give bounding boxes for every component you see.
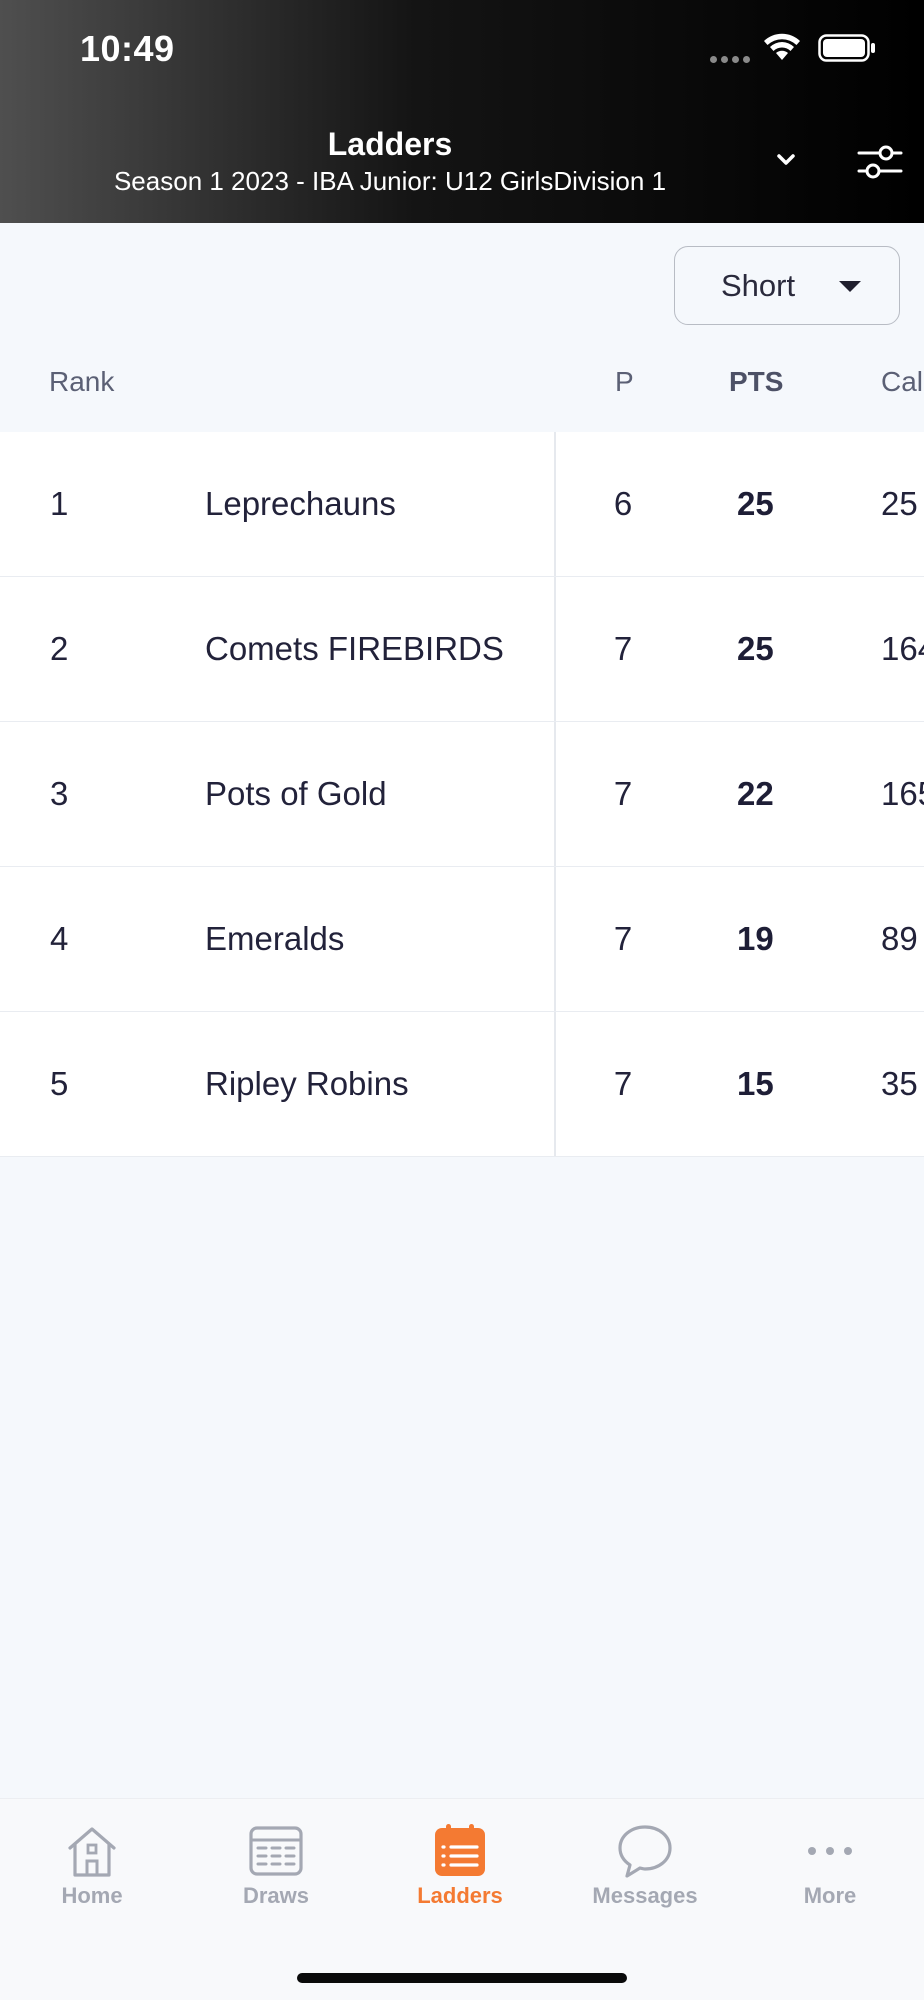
ladder-view-select[interactable]: Short (674, 246, 900, 325)
competition-subtitle[interactable]: Season 1 2023 - IBA Junior: U12 GirlsDiv… (0, 166, 780, 197)
ladder-table: 1 Leprechauns 6 25 25 2 Comets FIREBIRDS… (0, 432, 924, 1157)
row-cal: 89 (881, 920, 918, 957)
row-cal: 35 (881, 1065, 918, 1102)
table-row[interactable]: 3 Pots of Gold 7 22 165 (0, 722, 924, 867)
home-icon (68, 1827, 116, 1877)
row-played: 7 (613, 1065, 633, 1102)
wifi-icon (764, 33, 800, 60)
page-title: Ladders (327, 126, 453, 162)
row-team-name[interactable]: Leprechauns (205, 485, 396, 523)
draws-icon (249, 1826, 303, 1876)
column-header-played[interactable]: P (615, 366, 634, 398)
row-points: 25 (737, 485, 774, 522)
row-team-name[interactable]: Pots of Gold (205, 775, 387, 813)
ladder-view-value: Short (721, 267, 796, 303)
row-points: 22 (737, 775, 774, 812)
column-divider (554, 722, 556, 866)
filter-sliders-icon[interactable] (856, 140, 904, 184)
row-points: 25 (737, 630, 774, 667)
tab-messages-label: Messages (592, 1883, 698, 1908)
column-header-points[interactable]: PTS (729, 366, 783, 398)
tab-more-label: More (803, 1883, 857, 1908)
caret-down-icon (839, 281, 861, 292)
row-played: 7 (613, 775, 633, 812)
tab-messages[interactable]: Messages (553, 1821, 737, 1921)
column-header-rank[interactable]: Rank (49, 366, 114, 398)
table-row[interactable]: 1 Leprechauns 6 25 25 (0, 432, 924, 577)
tab-ladders-label: Ladders (417, 1883, 503, 1908)
more-icon (808, 1847, 852, 1855)
tab-home-label: Home (61, 1883, 123, 1908)
home-indicator (297, 1973, 627, 1983)
table-row[interactable]: 5 Ripley Robins 7 15 35 (0, 1012, 924, 1157)
app-header: 10:49 Ladders Season 1 2023 - IBA Junior… (0, 0, 924, 223)
bottom-tab-bar: Home Draws Ladders Messages More (0, 1798, 924, 2000)
row-cal: 164 (881, 630, 924, 667)
row-played: 7 (613, 630, 633, 667)
tab-draws-label: Draws (242, 1883, 310, 1908)
row-cal: 165 (881, 775, 924, 812)
tab-ladders[interactable]: Ladders (368, 1821, 552, 1921)
column-divider (554, 577, 556, 721)
row-points: 19 (737, 920, 774, 957)
row-points: 15 (737, 1065, 774, 1102)
row-played: 6 (613, 485, 633, 522)
table-row[interactable]: 2 Comets FIREBIRDS 7 25 164 (0, 577, 924, 722)
row-cal: 25 (881, 485, 918, 522)
column-divider (554, 1012, 556, 1156)
ladders-icon (435, 1824, 485, 1876)
tab-draws[interactable]: Draws (184, 1821, 368, 1921)
row-rank: 2 (50, 630, 69, 667)
battery-icon (818, 34, 875, 62)
row-played: 7 (613, 920, 633, 957)
cellular-signal-icon (710, 56, 750, 63)
row-team-name[interactable]: Ripley Robins (205, 1065, 409, 1103)
row-rank: 1 (50, 485, 69, 522)
table-row[interactable]: 4 Emeralds 7 19 89 (0, 867, 924, 1012)
messages-icon (618, 1825, 672, 1878)
status-time: 10:49 (80, 28, 175, 69)
row-rank: 3 (50, 775, 69, 812)
column-divider (554, 867, 556, 1011)
ladder-table-header: Rank P PTS Cal (0, 352, 924, 432)
row-team-name[interactable]: Comets FIREBIRDS (205, 630, 504, 668)
column-divider (554, 432, 556, 576)
row-rank: 4 (50, 920, 69, 957)
tab-more[interactable]: More (738, 1821, 922, 1921)
tab-home[interactable]: Home (0, 1821, 184, 1921)
row-team-name[interactable]: Emeralds (205, 920, 344, 958)
row-rank: 5 (50, 1065, 69, 1102)
chevron-down-icon[interactable] (774, 148, 798, 172)
column-header-cal[interactable]: Cal (881, 366, 923, 398)
